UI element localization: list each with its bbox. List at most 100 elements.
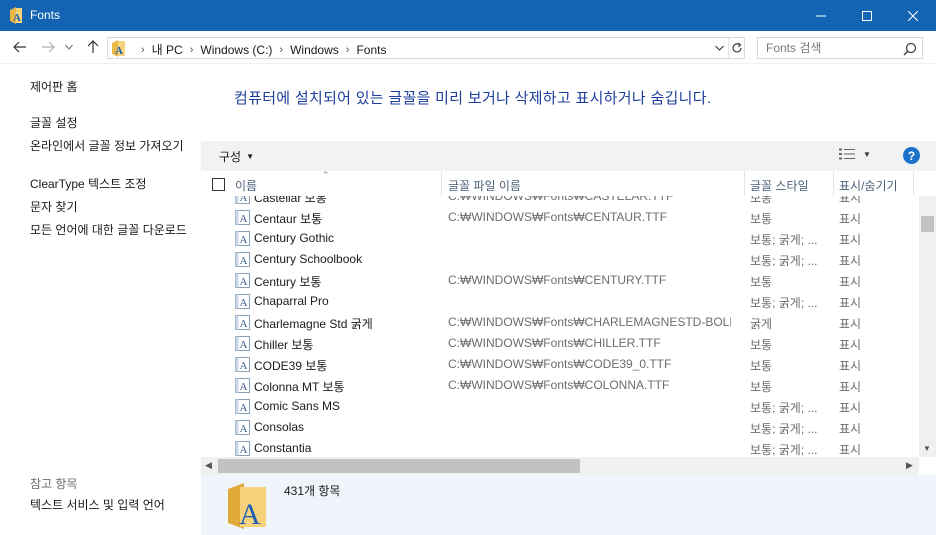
title-bar: A Fonts xyxy=(0,0,936,31)
list-item[interactable]: A Castellar 보통 C:₩WINDOWS₩Fonts₩CASTELAR.T… xyxy=(201,196,919,207)
details-view-icon xyxy=(839,148,855,160)
font-file-path: C:₩WINDOWS₩Fonts₩CHARLEMAGNESTD-BOLD.... xyxy=(448,315,731,329)
list-item[interactable]: A CODE39 보통 C:₩WINDOWS₩Fonts₩CODE39_0.TTF 보… xyxy=(201,354,919,375)
font-style: 보통; 굵게; ... xyxy=(750,422,818,436)
search-box[interactable] xyxy=(757,37,923,59)
list-item[interactable]: A Century 보통 C:₩WINDOWS₩Fonts₩CENTURY.TTF 보… xyxy=(201,270,919,291)
list-item[interactable]: A Centaur 보통 C:₩WINDOWS₩Fonts₩CENTAUR.TTF 보… xyxy=(201,207,919,228)
breadcrumb-separator[interactable]: › xyxy=(279,44,283,56)
column-header-font-style[interactable]: 글꼴 스타일 xyxy=(750,177,809,194)
svg-text:A: A xyxy=(240,234,248,246)
column-header-name[interactable]: 이름 xyxy=(235,177,257,194)
font-name: Century Gothic xyxy=(254,231,335,245)
font-file-icon: A xyxy=(235,336,250,351)
get-font-info-online-link[interactable]: 온라인에서 글꼴 정보 가져오기 xyxy=(30,139,196,154)
font-file-icon: A xyxy=(235,252,250,267)
breadcrumb-separator[interactable]: › xyxy=(190,44,194,56)
font-name: Constantia xyxy=(254,441,312,455)
fonts-folder-icon: A xyxy=(112,40,125,57)
list-item[interactable]: A Chaparral Pro 보통; 굵게; ... 표시 xyxy=(201,291,919,312)
breadcrumb-fonts[interactable]: Fonts xyxy=(356,43,386,57)
help-button[interactable]: ? xyxy=(903,147,920,164)
font-style: 굵게 xyxy=(750,317,773,331)
chevron-down-icon xyxy=(65,44,73,50)
minimize-button[interactable] xyxy=(798,0,844,31)
page-headline: 컴퓨터에 설치되어 있는 글꼴을 미리 보거나 삭제하고 표시하거나 숨깁니다. xyxy=(234,90,712,107)
maximize-button[interactable] xyxy=(844,0,890,31)
column-divider[interactable] xyxy=(744,171,745,196)
svg-text:A: A xyxy=(240,444,248,456)
sort-ascending-icon: ⌃ xyxy=(322,170,330,180)
font-settings-link[interactable]: 글꼴 설정 xyxy=(30,116,196,131)
column-divider[interactable] xyxy=(441,171,442,196)
breadcrumb-drive-c[interactable]: Windows (C:) xyxy=(200,43,272,57)
vertical-scrollbar[interactable]: ▼ xyxy=(919,196,936,457)
horizontal-scrollbar[interactable]: ◀ ▶ xyxy=(201,457,919,475)
select-all-checkbox[interactable] xyxy=(212,178,225,191)
font-visibility: 표시 xyxy=(839,233,862,247)
font-file-icon: A xyxy=(235,273,250,288)
font-file-icon: A xyxy=(235,231,250,246)
column-header-file-name[interactable]: 글꼴 파일 이름 xyxy=(448,177,521,194)
breadcrumb-this-pc[interactable]: 내 PC xyxy=(152,41,183,58)
breadcrumb-windows[interactable]: Windows xyxy=(290,43,339,57)
text-services-input-languages-link[interactable]: 텍스트 서비스 및 입력 언어 xyxy=(30,498,196,513)
chevron-down-icon: ▼ xyxy=(863,149,871,159)
list-item[interactable]: A Charlemagne Std 굵게 C:₩WINDOWS₩Fonts₩CHAR… xyxy=(201,312,919,333)
column-header-show-hide[interactable]: 표시/숨기기 xyxy=(839,177,898,194)
list-item[interactable]: A Comic Sans MS 보통; 굵게; ... 표시 xyxy=(201,396,919,417)
column-divider[interactable] xyxy=(913,171,914,196)
font-name: Century Schoolbook xyxy=(254,252,363,266)
adjust-cleartype-link[interactable]: ClearType 텍스트 조정 xyxy=(30,177,196,192)
font-list: A Castellar 보통 C:₩WINDOWS₩Fonts₩CASTELAR.T… xyxy=(201,196,919,457)
vertical-scroll-thumb[interactable] xyxy=(921,216,934,232)
list-item[interactable]: A Consolas 보통; 굵게; ... 표시 xyxy=(201,417,919,438)
close-button[interactable] xyxy=(890,0,936,31)
font-visibility: 표시 xyxy=(839,359,862,373)
font-visibility: 표시 xyxy=(839,254,862,268)
command-bar: 구성 ▼ ▼ ? xyxy=(201,141,936,171)
font-file-icon: A xyxy=(235,196,250,204)
find-character-link[interactable]: 문자 찾기 xyxy=(30,200,196,215)
address-bar[interactable]: A › 내 PC › Windows (C:) › Windows › Font… xyxy=(107,37,745,59)
scroll-right-arrow-icon[interactable]: ▶ xyxy=(906,460,913,471)
scroll-down-arrow-icon[interactable]: ▼ xyxy=(923,444,931,453)
font-visibility: 표시 xyxy=(839,422,862,436)
breadcrumb-separator[interactable]: › xyxy=(346,44,350,56)
font-name: Charlemagne Std 굵게 xyxy=(254,317,373,331)
list-item[interactable]: A Century Schoolbook 보통; 굵게; ... 표시 xyxy=(201,249,919,270)
left-task-pane: 제어판 홈 글꼴 설정 온라인에서 글꼴 정보 가져오기 ClearType 텍… xyxy=(0,64,201,535)
list-item[interactable]: A Chiller 보통 C:₩WINDOWS₩Fonts₩CHILLER.TTF 보… xyxy=(201,333,919,354)
up-button[interactable] xyxy=(83,37,103,57)
svg-text:A: A xyxy=(240,360,248,372)
svg-text:A: A xyxy=(240,402,248,414)
list-item[interactable]: A Colonna MT 보통 C:₩WINDOWS₩Fonts₩COLONNA.T… xyxy=(201,375,919,396)
font-visibility: 표시 xyxy=(839,275,862,289)
svg-text:A: A xyxy=(239,498,261,529)
forward-button[interactable] xyxy=(38,37,58,57)
font-file-path: C:₩WINDOWS₩Fonts₩CENTAUR.TTF xyxy=(448,210,668,224)
search-input[interactable] xyxy=(766,40,896,56)
fonts-folder-icon: A xyxy=(228,483,266,529)
download-fonts-all-languages-link[interactable]: 모든 언어에 대한 글꼴 다운로드 xyxy=(30,223,196,238)
change-view-button[interactable]: ▼ xyxy=(839,148,871,160)
font-file-path: C:₩WINDOWS₩Fonts₩CASTELAR.TTF xyxy=(448,196,674,203)
refresh-button[interactable] xyxy=(728,38,745,58)
organize-button[interactable]: 구성 ▼ xyxy=(219,148,254,165)
see-also-heading: 참고 항목 xyxy=(30,477,78,491)
breadcrumb: › 내 PC › Windows (C:) › Windows › Fonts xyxy=(134,41,386,58)
column-header-row: ⌃ 이름 글꼴 파일 이름 글꼴 스타일 표시/숨기기 xyxy=(201,170,936,196)
control-panel-home-link[interactable]: 제어판 홈 xyxy=(30,80,196,95)
horizontal-scroll-thumb[interactable] xyxy=(218,459,580,473)
scroll-left-arrow-icon[interactable]: ◀ xyxy=(205,460,212,471)
column-divider[interactable] xyxy=(833,171,834,196)
details-pane: A 431개 항목 xyxy=(201,475,936,535)
list-item[interactable]: A Constantia 보통; 굵게; ... 표시 xyxy=(201,438,919,457)
font-style: 보통; 굵게; ... xyxy=(750,443,818,457)
list-item[interactable]: A Century Gothic 보통; 굵게; ... 표시 xyxy=(201,228,919,249)
svg-text:A: A xyxy=(240,196,248,204)
address-dropdown-button[interactable] xyxy=(712,40,726,56)
recent-locations-button[interactable] xyxy=(62,37,76,57)
back-button[interactable] xyxy=(10,37,30,57)
chevron-down-icon xyxy=(714,45,724,51)
